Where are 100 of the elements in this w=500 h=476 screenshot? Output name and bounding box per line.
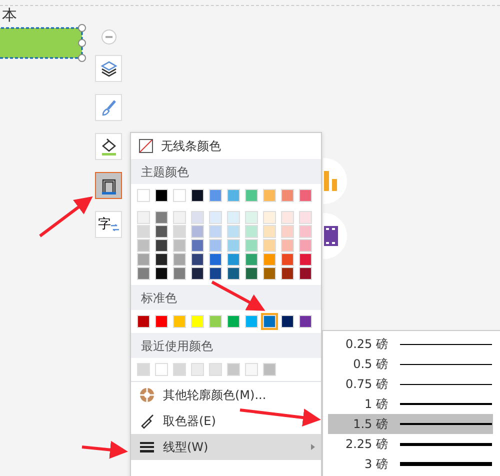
color-swatch[interactable]: [263, 189, 276, 202]
color-swatch[interactable]: [227, 211, 240, 224]
color-swatch[interactable]: [263, 363, 276, 376]
line-weight-icon: [139, 439, 155, 455]
color-swatch[interactable]: [191, 315, 204, 328]
color-swatch[interactable]: [137, 363, 150, 376]
color-swatch[interactable]: [263, 315, 276, 328]
color-swatch[interactable]: [299, 189, 312, 202]
color-swatch[interactable]: [191, 363, 204, 376]
color-swatch[interactable]: [173, 211, 186, 224]
weight-option[interactable]: 2.25 磅: [328, 434, 493, 454]
color-swatch[interactable]: [281, 253, 294, 266]
color-swatch[interactable]: [137, 267, 150, 280]
no-line-color-item[interactable]: 无线条颜色: [131, 133, 321, 159]
color-swatch[interactable]: [209, 253, 222, 266]
color-swatch[interactable]: [209, 225, 222, 238]
menu-item[interactable]: 其他轮廓颜色(M)...: [131, 382, 321, 408]
color-swatch[interactable]: [263, 253, 276, 266]
weight-option[interactable]: 0.75 磅: [328, 374, 493, 394]
color-swatch[interactable]: [155, 211, 168, 224]
color-swatch[interactable]: [173, 189, 186, 202]
color-swatch[interactable]: [209, 363, 222, 376]
color-swatch[interactable]: [245, 211, 258, 224]
color-swatch[interactable]: [227, 315, 240, 328]
annotation-arrow: [82, 440, 128, 459]
color-swatch[interactable]: [227, 267, 240, 280]
color-swatch[interactable]: [281, 211, 294, 224]
palette-icon: [139, 387, 155, 403]
color-swatch[interactable]: [137, 189, 150, 202]
color-swatch[interactable]: [173, 315, 186, 328]
color-swatch[interactable]: [209, 267, 222, 280]
menu-item[interactable]: 线型(W): [131, 434, 321, 460]
eyedropper-icon: [139, 413, 155, 429]
color-swatch[interactable]: [299, 253, 312, 266]
color-swatch[interactable]: [155, 253, 168, 266]
color-swatch[interactable]: [281, 267, 294, 280]
color-swatch[interactable]: [137, 253, 150, 266]
annotation-arrow: [39, 196, 93, 238]
color-swatch[interactable]: [299, 225, 312, 238]
color-swatch[interactable]: [209, 239, 222, 252]
color-swatch[interactable]: [245, 239, 258, 252]
color-swatch[interactable]: [245, 253, 258, 266]
color-swatch[interactable]: [137, 239, 150, 252]
color-swatch[interactable]: [173, 253, 186, 266]
color-swatch[interactable]: [209, 189, 222, 202]
color-swatch[interactable]: [191, 267, 204, 280]
color-swatch[interactable]: [245, 189, 258, 202]
color-swatch[interactable]: [227, 253, 240, 266]
weight-option[interactable]: 1 磅: [328, 394, 493, 414]
color-swatch[interactable]: [191, 239, 204, 252]
collapse-icon[interactable]: [101, 29, 117, 45]
color-swatch[interactable]: [245, 315, 258, 328]
color-swatch[interactable]: [173, 225, 186, 238]
color-swatch[interactable]: [155, 315, 168, 328]
color-swatch[interactable]: [155, 239, 168, 252]
color-swatch[interactable]: [263, 267, 276, 280]
color-swatch[interactable]: [137, 211, 150, 224]
color-swatch[interactable]: [263, 211, 276, 224]
color-swatch[interactable]: [155, 189, 168, 202]
color-swatch[interactable]: [263, 239, 276, 252]
color-swatch[interactable]: [155, 363, 168, 376]
color-swatch[interactable]: [227, 239, 240, 252]
color-swatch[interactable]: [227, 225, 240, 238]
color-swatch[interactable]: [191, 253, 204, 266]
color-swatch[interactable]: [191, 189, 204, 202]
color-swatch[interactable]: [191, 225, 204, 238]
color-swatch[interactable]: [227, 189, 240, 202]
color-swatch[interactable]: [281, 239, 294, 252]
color-swatch[interactable]: [299, 267, 312, 280]
video-button[interactable]: [323, 213, 347, 259]
toolbar-button[interactable]: 字: [95, 211, 122, 238]
weight-option[interactable]: 3 磅: [328, 454, 493, 474]
weight-option[interactable]: 0.5 磅: [328, 354, 493, 374]
canvas-text: 本: [2, 7, 17, 23]
color-swatch[interactable]: [281, 189, 294, 202]
color-swatch[interactable]: [227, 363, 240, 376]
weight-option[interactable]: 0.25 磅: [328, 334, 493, 354]
color-swatch[interactable]: [137, 225, 150, 238]
weight-option[interactable]: 1.5 磅: [328, 414, 493, 434]
color-swatch[interactable]: [155, 225, 168, 238]
color-swatch[interactable]: [209, 211, 222, 224]
chart-button[interactable]: [323, 158, 347, 204]
color-swatch[interactable]: [137, 315, 150, 328]
color-swatch[interactable]: [245, 267, 258, 280]
color-swatch[interactable]: [155, 267, 168, 280]
color-swatch[interactable]: [281, 315, 294, 328]
color-swatch[interactable]: [173, 363, 186, 376]
color-swatch[interactable]: [191, 211, 204, 224]
color-swatch[interactable]: [245, 363, 258, 376]
color-swatch[interactable]: [299, 211, 312, 224]
color-swatch[interactable]: [263, 225, 276, 238]
color-swatch[interactable]: [209, 315, 222, 328]
toolbar-button[interactable]: [95, 172, 122, 199]
color-swatch[interactable]: [299, 239, 312, 252]
color-swatch[interactable]: [173, 267, 186, 280]
color-swatch[interactable]: [245, 225, 258, 238]
color-swatch[interactable]: [173, 239, 186, 252]
color-swatch[interactable]: [299, 315, 312, 328]
menu-item[interactable]: 取色器(E): [131, 408, 321, 434]
color-swatch[interactable]: [281, 225, 294, 238]
